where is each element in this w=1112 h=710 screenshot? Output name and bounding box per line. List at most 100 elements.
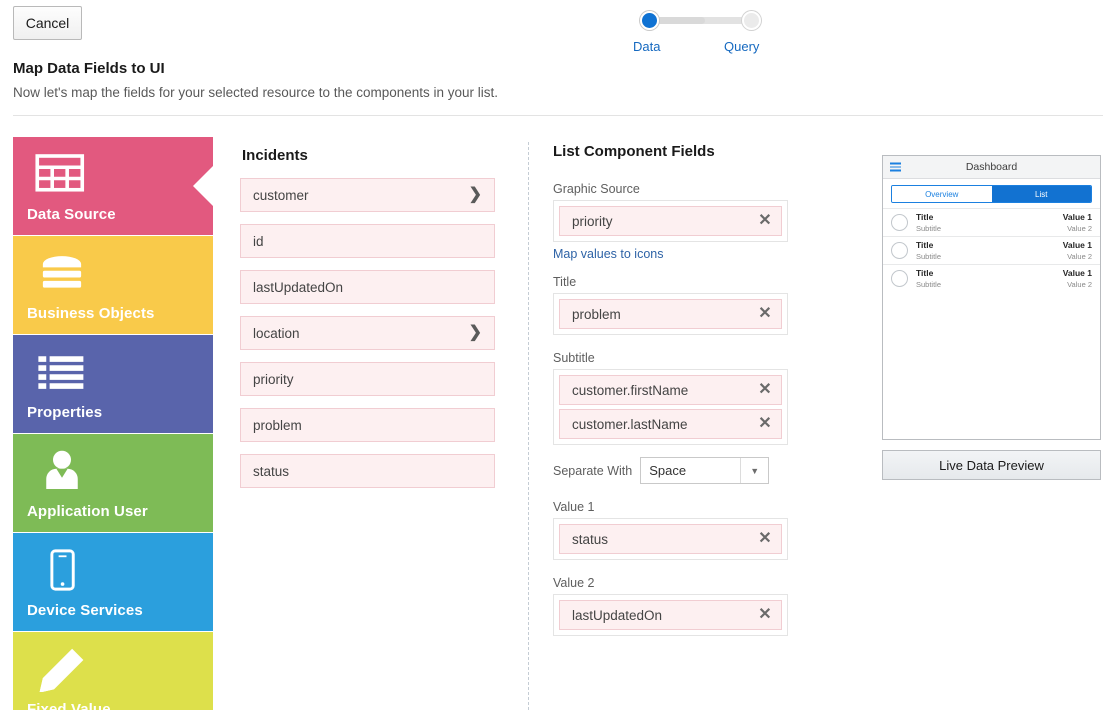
title-field-chip[interactable]: problem ✕ [559,299,782,329]
tile-device-services[interactable]: Device Services [13,533,213,631]
value2-dropzone[interactable]: lastUpdatedOn ✕ [553,594,788,636]
wizard-stepper: Data Query [616,6,784,54]
step-dot-query[interactable] [742,11,761,30]
graphic-placeholder-icon [891,242,908,259]
remove-icon[interactable]: ✕ [757,306,773,322]
field-label: status [253,464,289,479]
field-label: problem [253,418,302,433]
row-value2: Value 2 [1067,224,1092,233]
separate-with-value: Space [649,463,686,478]
separate-with-row: Separate With Space ▼ [553,457,788,484]
tile-label: Fixed Value [27,701,111,710]
title-field-label: Title [553,275,788,289]
preview-list-row[interactable]: Title Subtitle Value 1 Value 2 [883,264,1100,292]
subtitle-field-chip[interactable]: customer.lastName ✕ [559,409,782,439]
chip-label: customer.lastName [572,417,688,432]
graphic-placeholder-icon [891,214,908,231]
field-label: customer [253,188,309,203]
graphic-source-chip[interactable]: priority ✕ [559,206,782,236]
page-title: Map Data Fields to UI [13,60,165,77]
remove-icon[interactable]: ✕ [757,531,773,547]
preview-tab-overview[interactable]: Overview [892,186,992,202]
subtitle-field-dropzone[interactable]: customer.firstName ✕ customer.lastName ✕ [553,369,788,445]
value1-label: Value 1 [553,500,788,514]
chevron-down-icon[interactable]: ▼ [740,458,768,483]
step-label-data[interactable]: Data [633,39,660,54]
tile-application-user[interactable]: Application User [13,434,213,532]
row-subtitle: Subtitle [916,252,941,261]
preview-app-title: Dashboard [966,161,1017,173]
preview-list-row[interactable]: Title Subtitle Value 1 Value 2 [883,208,1100,236]
list-component-fields-panel: List Component Fields Graphic Source pri… [553,143,788,636]
preview-segmented-control: Overview List [883,179,1100,208]
graphic-source-label: Graphic Source [553,182,788,196]
panel-divider [528,142,529,710]
chevron-right-icon: ❯ [469,325,482,341]
value2-label: Value 2 [553,576,788,590]
device-preview: Dashboard Overview List Title Subtitle V… [882,155,1101,440]
incident-field-id[interactable]: id [240,224,495,258]
separate-with-select[interactable]: Space ▼ [640,457,769,484]
field-label: priority [253,372,294,387]
preview-app-header: Dashboard [883,156,1100,179]
row-title: Title [916,268,933,278]
row-value1: Value 1 [1063,212,1092,222]
tile-properties[interactable]: Properties [13,335,213,433]
list-component-fields-title: List Component Fields [553,143,788,160]
row-title: Title [916,212,933,222]
graphic-source-dropzone[interactable]: priority ✕ [553,200,788,242]
chevron-right-icon: ❯ [469,187,482,203]
tile-data-source[interactable]: Data Source [13,137,213,235]
remove-icon[interactable]: ✕ [757,607,773,623]
tile-label: Business Objects [27,305,154,322]
phone-icon [35,547,89,593]
list-bullets-icon [35,349,89,395]
field-label: id [253,234,264,249]
stepper-track [647,17,755,24]
subtitle-field-chip[interactable]: customer.firstName ✕ [559,375,782,405]
preview-tab-list[interactable]: List [992,186,1092,202]
incidents-title: Incidents [242,147,495,164]
row-value1: Value 1 [1063,240,1092,250]
table-grid-icon [35,151,89,197]
tile-label: Application User [27,503,148,520]
cancel-button[interactable]: Cancel [13,6,82,40]
row-subtitle: Subtitle [916,224,941,233]
incident-field-lastupdatedon[interactable]: lastUpdatedOn [240,270,495,304]
incident-field-customer[interactable]: customer ❯ [240,178,495,212]
page-subtitle: Now let's map the fields for your select… [13,85,498,100]
map-values-to-icons-link[interactable]: Map values to icons [553,247,663,261]
tile-label: Device Services [27,602,143,619]
incident-field-location[interactable]: location ❯ [240,316,495,350]
tile-business-objects[interactable]: Business Objects [13,236,213,334]
chip-label: problem [572,307,621,322]
incident-field-status[interactable]: status [240,454,495,488]
tile-label: Data Source [27,206,116,223]
field-label: location [253,326,300,341]
remove-icon[interactable]: ✕ [757,382,773,398]
row-value2: Value 2 [1067,252,1092,261]
incident-field-problem[interactable]: problem [240,408,495,442]
hamburger-menu-icon[interactable] [890,163,901,172]
value1-dropzone[interactable]: status ✕ [553,518,788,560]
row-value1: Value 1 [1063,268,1092,278]
pencil-icon [35,646,89,692]
database-icon [35,250,89,296]
value1-chip[interactable]: status ✕ [559,524,782,554]
graphic-placeholder-icon [891,270,908,287]
live-data-preview-button[interactable]: Live Data Preview [882,450,1101,480]
chip-label: priority [572,214,613,229]
incident-field-priority[interactable]: priority [240,362,495,396]
step-dot-data[interactable] [640,11,659,30]
preview-list-row[interactable]: Title Subtitle Value 1 Value 2 [883,236,1100,264]
tile-fixed-value[interactable]: Fixed Value [13,632,213,710]
title-field-dropzone[interactable]: problem ✕ [553,293,788,335]
remove-icon[interactable]: ✕ [757,213,773,229]
value2-chip[interactable]: lastUpdatedOn ✕ [559,600,782,630]
incidents-panel: Incidents customer ❯ id lastUpdatedOn lo… [240,147,495,500]
row-title: Title [916,240,933,250]
separate-with-label: Separate With [553,464,632,478]
remove-icon[interactable]: ✕ [757,416,773,432]
step-label-query[interactable]: Query [724,39,759,54]
row-subtitle: Subtitle [916,280,941,289]
